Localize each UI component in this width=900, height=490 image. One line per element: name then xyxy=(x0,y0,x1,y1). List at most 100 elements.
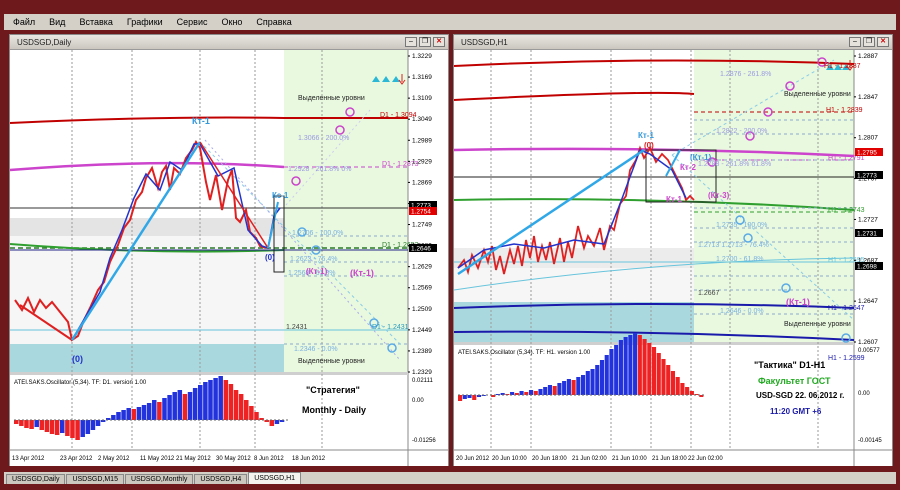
mdi-workspace: USDSGD,Daily – ❐ ✕ Выделенные уровни D1 … xyxy=(4,30,896,470)
oscillator-bar xyxy=(141,405,147,420)
indicator-axis-label: -0.00145 xyxy=(858,438,882,444)
strategy-subtitle: Monthly - Daily xyxy=(302,405,366,415)
menu-item[interactable]: Графики xyxy=(120,14,170,30)
price-axis-label: 1.2647 xyxy=(858,298,878,305)
menu-item[interactable]: Окно xyxy=(215,14,250,30)
oscillator-bar xyxy=(458,395,463,401)
price-axis-label: 1.2727 xyxy=(858,216,878,223)
window-titlebar[interactable]: USDSGD,Daily – ❐ ✕ xyxy=(10,35,448,50)
chart-tab[interactable]: USDSGD,Monthly xyxy=(124,474,194,484)
chart-window-daily[interactable]: USDSGD,Daily – ❐ ✕ Выделенные уровни D1 … xyxy=(9,34,449,466)
oscillator-bar xyxy=(562,381,567,395)
chart-canvas-h1[interactable]: H1 - 1.2887 H1 - 1.2839 H1 - 1.2791 H1 -… xyxy=(454,50,892,466)
time-axis-label: 13 Apr 2012 xyxy=(12,456,45,462)
restore-icon[interactable]: ❐ xyxy=(419,37,431,47)
oscillator-bar xyxy=(571,380,576,395)
label-zero-mid: (0) xyxy=(265,253,275,262)
menu-item[interactable]: Справка xyxy=(249,14,298,30)
oscillator-bar xyxy=(538,389,543,395)
time-axis-label: 20 Jun 10:00 xyxy=(492,456,527,462)
oscillator-bar xyxy=(633,333,638,395)
time-axis-label: 30 May 2012 xyxy=(216,456,251,462)
minimize-icon[interactable]: – xyxy=(849,37,861,47)
chart-tab[interactable]: USDSGD,Daily xyxy=(6,474,66,484)
minimize-icon[interactable]: – xyxy=(405,37,417,47)
oscillator-bar xyxy=(651,347,657,395)
menu-item[interactable]: Вид xyxy=(42,14,72,30)
oscillator-bar xyxy=(136,407,142,420)
oscillator-bar xyxy=(14,420,19,424)
oscillator-bar xyxy=(167,395,172,420)
oscillator-bar xyxy=(656,353,661,395)
oscillator-bar xyxy=(218,376,223,420)
label-kt1-low: Кт-1 xyxy=(666,195,682,204)
price-tag: 1.2646 xyxy=(411,246,431,253)
time-axis-label: 20 Jun 18:00 xyxy=(532,456,567,462)
price-axis-label: 1.2807 xyxy=(858,135,878,142)
price-axis-label: 1.2449 xyxy=(412,327,432,334)
highlighted-levels-top: Выделенные уровни xyxy=(784,91,851,98)
chart-window-h1[interactable]: USDSGD,H1 – ❐ ✕ H1 - 1.2887 H1 - 1.2839 … xyxy=(453,34,893,466)
tactic-date: USD-SGD 22. 06.2012 г. xyxy=(756,391,844,400)
price-axis-label: 1.2509 xyxy=(412,306,432,313)
oscillator-bar xyxy=(274,420,280,424)
oscillator-bar xyxy=(198,385,203,420)
chart-tab[interactable]: USDSGD,H1 xyxy=(248,472,302,484)
fib-label-2618: 1.2876 - 261.8% xyxy=(720,71,771,78)
close-icon[interactable]: ✕ xyxy=(433,37,445,47)
oscillator-bar xyxy=(60,420,65,433)
time-axis-label: 21 Jun 18:00 xyxy=(652,456,687,462)
oscillator-bar xyxy=(675,377,680,395)
time-axis-label: 23 Apr 2012 xyxy=(60,456,93,462)
price-axis-label: 1.2607 xyxy=(858,339,878,346)
fib-label-2618b: 1.2788 - 261.8% 61.8% xyxy=(698,161,771,168)
fib-label-618: 1.2700 - 61.8% xyxy=(716,256,763,263)
oscillator-bar xyxy=(269,420,275,426)
oscillator-bar xyxy=(254,412,259,420)
window-titlebar[interactable]: USDSGD,H1 – ❐ ✕ xyxy=(454,35,892,50)
level-2667: 1.2667 xyxy=(698,290,720,297)
time-axis-label: 21 Jun 10:00 xyxy=(612,456,647,462)
level-label-h1-2647: H1 - 1.2647 xyxy=(828,305,865,312)
fib-label-0: 1.2646 - 0.0% xyxy=(720,308,764,315)
oscillator-bar xyxy=(628,335,633,395)
price-tag: 1.2698 xyxy=(857,264,877,271)
label-zero: (0) xyxy=(644,141,654,150)
price-axis-label: 1.2629 xyxy=(412,264,432,271)
close-icon[interactable]: ✕ xyxy=(877,37,889,47)
oscillator-bar xyxy=(121,410,126,420)
fib-label-100: 1.2735 - 100.0% xyxy=(716,222,767,229)
oscillator-bar xyxy=(585,371,590,395)
time-axis-label: 2 May 2012 xyxy=(98,456,130,462)
time-axis-label: 21 May 2012 xyxy=(176,456,211,462)
price-axis-label: 1.3109 xyxy=(412,95,432,102)
restore-icon[interactable]: ❐ xyxy=(863,37,875,47)
label-zero-bottom: (0) xyxy=(72,354,83,364)
indicator-axis-label: 0.02111 xyxy=(412,378,433,384)
oscillator-bar xyxy=(472,395,477,400)
fib-label-100: 1.2706 - 100.0% xyxy=(292,230,343,237)
oscillator-bar xyxy=(126,408,131,420)
menu-item[interactable]: Файл xyxy=(6,14,42,30)
highlighted-levels-top: Выделенные уровни xyxy=(298,95,365,102)
price-axis-label: 1.3169 xyxy=(412,74,432,81)
price-axis-label: 1.2329 xyxy=(412,369,432,376)
menu-item[interactable]: Вставка xyxy=(72,14,119,30)
menu-item[interactable]: Сервис xyxy=(170,14,215,30)
oscillator-bar xyxy=(637,335,642,395)
indicator-axis-label: 0.00 xyxy=(858,391,870,397)
oscillator-bar xyxy=(187,392,193,420)
tactic-faculty: Факультет ГОСТ xyxy=(758,376,831,386)
oscillator-bar xyxy=(614,345,619,395)
oscillator-bar xyxy=(80,420,85,437)
chart-tab[interactable]: USDSGD,H4 xyxy=(194,474,248,484)
chart-canvas-daily[interactable]: Выделенные уровни D1 - 1.3094 D1 - 1.287… xyxy=(10,50,448,466)
oscillator-bar xyxy=(39,420,45,430)
time-axis-label: 21 Jun 02:00 xyxy=(572,456,607,462)
label-kt1-left: Кт-1 xyxy=(638,131,654,140)
chart-tab[interactable]: USDSGD,M15 xyxy=(66,474,124,484)
oscillator-bar xyxy=(157,402,162,420)
chart-tabs: USDSGD,Daily USDSGD,M15 USDSGD,Monthly USDS… xyxy=(4,472,896,484)
oscillator-bar xyxy=(543,387,548,395)
price-axis-label: 1.3049 xyxy=(412,116,432,123)
